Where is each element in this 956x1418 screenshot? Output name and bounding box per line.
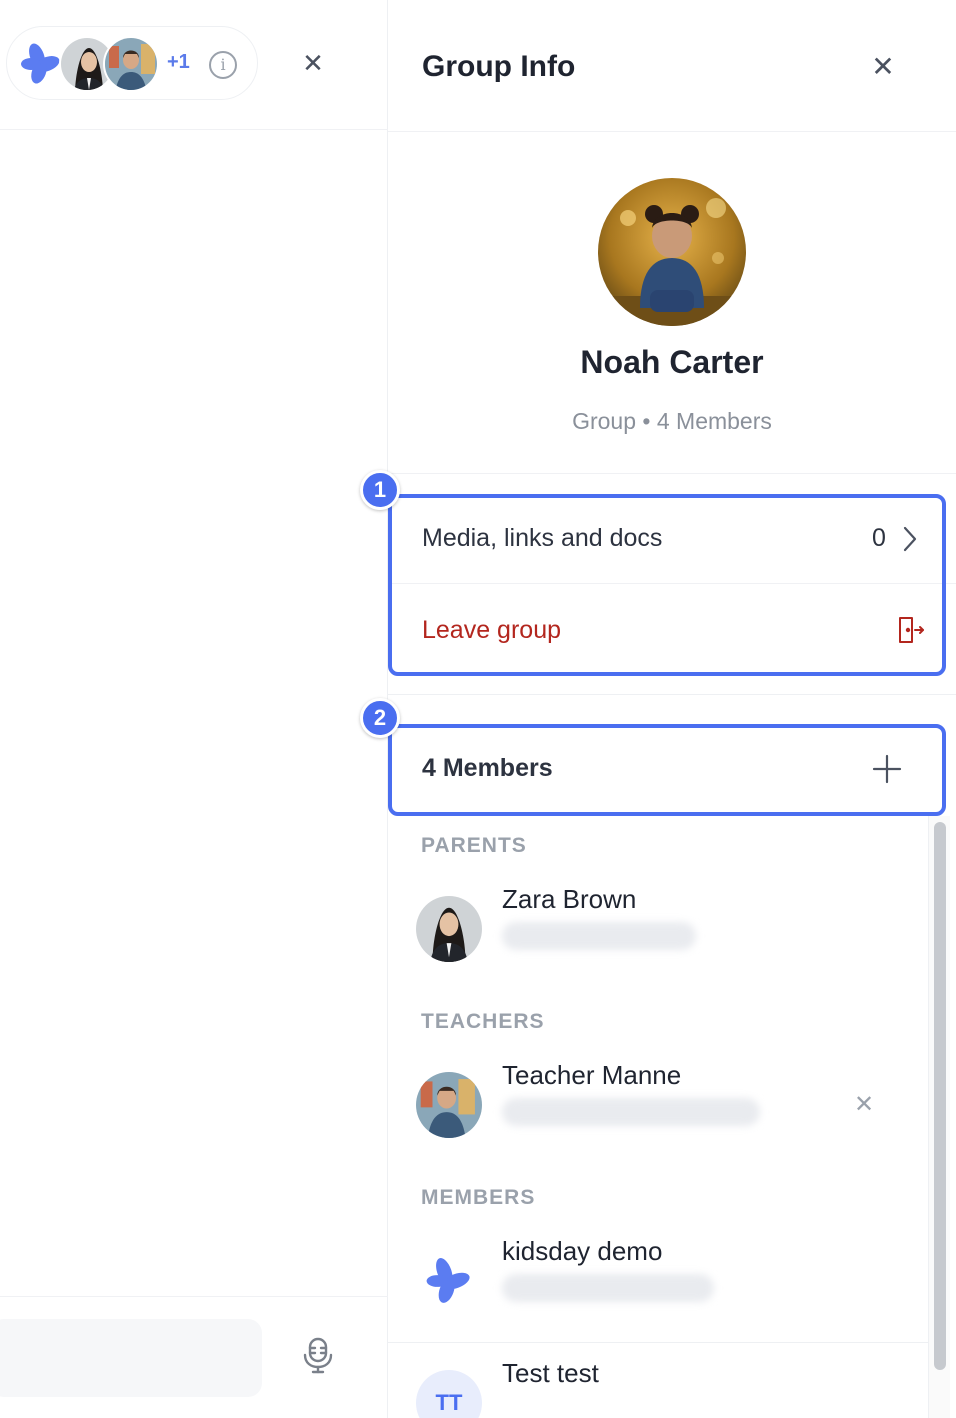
- scrollbar-thumb[interactable]: [934, 822, 946, 1370]
- member-detail-blurred: [502, 1098, 760, 1126]
- member-item-test-test[interactable]: TT Test test: [388, 1358, 928, 1418]
- group-name: Noah Carter: [580, 344, 764, 380]
- member-name: kidsday demo: [502, 1236, 663, 1266]
- close-icon[interactable]: ✕: [298, 48, 328, 78]
- group-info-header: Group Info ✕: [388, 0, 956, 132]
- kidsday-logo-avatar: [416, 1248, 482, 1314]
- microphone-icon[interactable]: [296, 1333, 340, 1377]
- group-avatar: [598, 178, 746, 326]
- initials-avatar: TT: [416, 1370, 482, 1418]
- remove-member-icon[interactable]: ✕: [854, 1090, 874, 1119]
- annotation-step-badge: 2: [360, 698, 400, 738]
- annotation-step-badge: 1: [360, 470, 400, 510]
- divider: [388, 1342, 928, 1343]
- chat-header: +1 i ✕: [0, 0, 388, 130]
- section-heading-members: MEMBERS: [421, 1186, 536, 1209]
- chat-pane: +1 i ✕: [0, 0, 388, 1418]
- member-detail-blurred: [502, 1274, 714, 1302]
- section-heading-teachers: TEACHERS: [421, 1010, 545, 1033]
- member-item-teacher-manne[interactable]: Teacher Manne ✕: [388, 1060, 928, 1172]
- info-icon[interactable]: i: [209, 51, 237, 79]
- group-info-panel: Group Info ✕ Noah Carter Group • 4 Membe…: [360, 0, 956, 1418]
- avatar: [416, 1072, 482, 1138]
- close-icon[interactable]: ✕: [866, 50, 900, 84]
- divider: [388, 694, 956, 695]
- member-name: Test test: [502, 1358, 599, 1388]
- member-detail-blurred: [502, 922, 696, 950]
- message-input[interactable]: [0, 1319, 262, 1397]
- member-name: Teacher Manne: [502, 1060, 682, 1090]
- panel-title: Group Info: [422, 50, 576, 83]
- member-item-zara-brown[interactable]: Zara Brown: [388, 884, 928, 996]
- avatar: [416, 896, 482, 962]
- group-avatars-pill[interactable]: +1 i: [6, 26, 258, 100]
- teacher-manne-avatar: [103, 36, 159, 92]
- group-subtitle: Group • 4 Members: [572, 408, 772, 434]
- annotation-highlight-actions: [388, 494, 946, 676]
- extra-members-count: +1: [167, 51, 190, 73]
- member-name: Zara Brown: [502, 884, 637, 914]
- group-profile: Noah Carter Group • 4 Members: [388, 132, 956, 474]
- section-heading-parents: PARENTS: [421, 834, 527, 857]
- annotation-highlight-members: [388, 724, 946, 816]
- member-item-kidsday-demo[interactable]: kidsday demo: [388, 1236, 928, 1348]
- message-composer: [0, 1296, 388, 1418]
